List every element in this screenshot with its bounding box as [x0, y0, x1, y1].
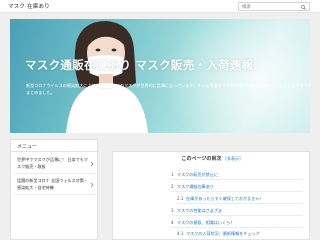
- sidebar-menu: メニュー 世界中でマスクが品薄に！ 日本でもマスク販売・取扱 話題の新型コロナ …: [10, 139, 98, 240]
- toc-item-label[interactable]: マスクの転売が禁止に: [177, 172, 218, 178]
- toc-item[interactable]: 2.1 在庫があったらすぐ確保しておかなきゃ！: [177, 194, 303, 204]
- toc-item-label[interactable]: マスク通販在庫あり: [177, 184, 214, 190]
- toc-item[interactable]: 4.1 マスクの入荷状況、最新情報をチェック: [177, 229, 303, 239]
- toc-item-number: 3: [171, 208, 174, 213]
- toc-item[interactable]: 2 マスク通販在庫あり: [171, 182, 303, 192]
- toc-item-label[interactable]: マスクの性能はさまざま: [177, 208, 222, 214]
- hero-description: 新型コロナウイルスの感染拡大により、予防のためのマスクが世界的に品薄になっていま…: [26, 83, 310, 95]
- menu-divider: [11, 151, 97, 152]
- chevron-right-icon[interactable]: [90, 161, 94, 167]
- toc-item-number: 4: [171, 220, 174, 225]
- table-of-contents: このページの目次 [非表示] 1 マスクの転売が禁止に 2 マスク通販在庫あり 2…: [112, 151, 310, 240]
- menu-heading: メニュー: [17, 144, 38, 150]
- hero-banner: マスク通販在庫あり マスク販売・入荷速報 新型コロナウイルスの感染拡大により、予…: [10, 19, 310, 133]
- toc-item-label[interactable]: 在庫があったらすぐ確保しておかなきゃ！: [186, 196, 263, 202]
- toc-item-label[interactable]: マスクの値段、相場はいくら？: [177, 220, 234, 226]
- toc-item-number: 4.1: [177, 231, 184, 236]
- search-input[interactable]: 検索: [242, 4, 251, 10]
- menu-separator: [15, 194, 95, 195]
- hero-title: マスク通販在庫あり マスク販売・入荷速報: [25, 58, 254, 72]
- hero-woman-with-mask-image: [66, 21, 148, 133]
- toc-item[interactable]: 1 マスクの転売が禁止に: [171, 170, 303, 180]
- toc-item[interactable]: 3 マスクの性能はさまざま: [171, 206, 303, 216]
- toc-toggle-link[interactable]: [非表示]: [225, 156, 240, 161]
- menu-separator: [15, 173, 95, 174]
- site-title[interactable]: マスク 在庫あり: [8, 2, 50, 10]
- chevron-right-icon[interactable]: [90, 182, 94, 188]
- sidebar-item-mask-sales[interactable]: 世界中でマスクが品薄に！ 日本でもマスク販売・取扱: [17, 157, 91, 170]
- toc-heading: このページの目次 [非表示]: [113, 155, 309, 162]
- search-icon[interactable]: [301, 4, 306, 10]
- toc-item-number: 2.1: [177, 196, 184, 201]
- toc-item-number: 2: [171, 184, 174, 189]
- toc-item-label[interactable]: マスクの入荷状況、最新情報をチェック: [186, 231, 260, 237]
- toc-item[interactable]: 4 マスクの値段、相場はいくら？: [171, 218, 303, 228]
- toc-item-number: 1: [171, 172, 174, 177]
- top-bar: マスク 在庫あり 検索: [0, 0, 320, 13]
- toc-title: このページの目次: [181, 156, 222, 162]
- sidebar-item-corona-news[interactable]: 話題の新型コロナ 全国ウィルス対策・感染拡大・自宅待機: [17, 178, 91, 191]
- search-box[interactable]: 検索: [238, 2, 310, 11]
